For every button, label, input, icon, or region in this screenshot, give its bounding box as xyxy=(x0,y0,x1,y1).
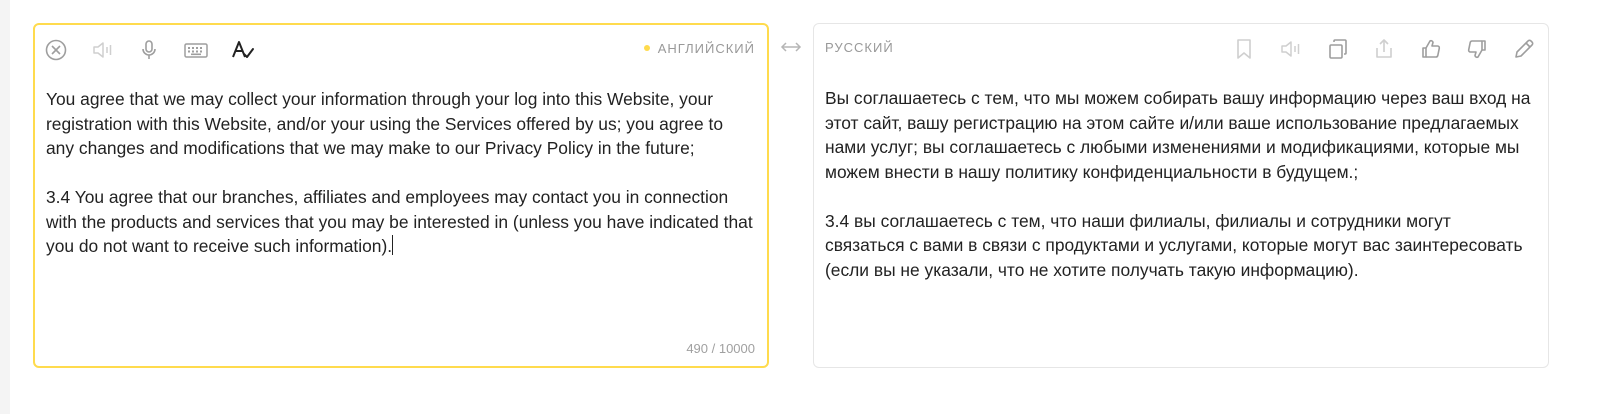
swap-icon[interactable] xyxy=(779,35,803,59)
share-icon[interactable] xyxy=(1369,34,1399,64)
bookmark-icon[interactable] xyxy=(1229,34,1259,64)
source-paragraph-2: 3.4 You agree that our branches, affilia… xyxy=(46,187,758,256)
translator-workspace: английский You agree that we may collect… xyxy=(10,0,1606,414)
target-paragraph-1: Вы соглашаетесь с тем, что мы можем соби… xyxy=(825,88,1536,182)
source-language-label: английский xyxy=(657,41,755,56)
translation-output: Вы соглашаетесь с тем, что мы можем соби… xyxy=(825,86,1534,282)
target-paragraph-2: 3.4 вы соглашаетесь с тем, что наши фили… xyxy=(825,210,1528,280)
copy-icon[interactable] xyxy=(1323,34,1353,64)
edit-icon[interactable] xyxy=(1509,34,1539,64)
spellcheck-icon[interactable] xyxy=(228,35,258,65)
source-panel: английский You agree that we may collect… xyxy=(33,23,769,368)
source-toolbar: английский xyxy=(35,25,767,75)
microphone-icon[interactable] xyxy=(134,35,164,65)
speaker-icon[interactable] xyxy=(1276,34,1306,64)
clear-icon[interactable] xyxy=(41,35,71,65)
speaker-icon[interactable] xyxy=(88,35,118,65)
target-language-label[interactable]: русский xyxy=(825,40,894,55)
keyboard-icon[interactable] xyxy=(181,35,211,65)
target-toolbar: русский xyxy=(814,24,1548,74)
active-language-dot xyxy=(643,44,650,51)
thumbs-up-icon[interactable] xyxy=(1416,34,1446,64)
source-text-input[interactable]: You agree that we may collect your infor… xyxy=(46,87,753,259)
character-counter: 490 / 10000 xyxy=(686,341,755,356)
text-caret xyxy=(392,235,394,255)
source-paragraph-1: You agree that we may collect your infor… xyxy=(46,89,728,158)
target-panel: русский xyxy=(813,23,1549,368)
source-language-selector[interactable]: английский xyxy=(643,41,755,56)
thumbs-down-icon[interactable] xyxy=(1462,34,1492,64)
